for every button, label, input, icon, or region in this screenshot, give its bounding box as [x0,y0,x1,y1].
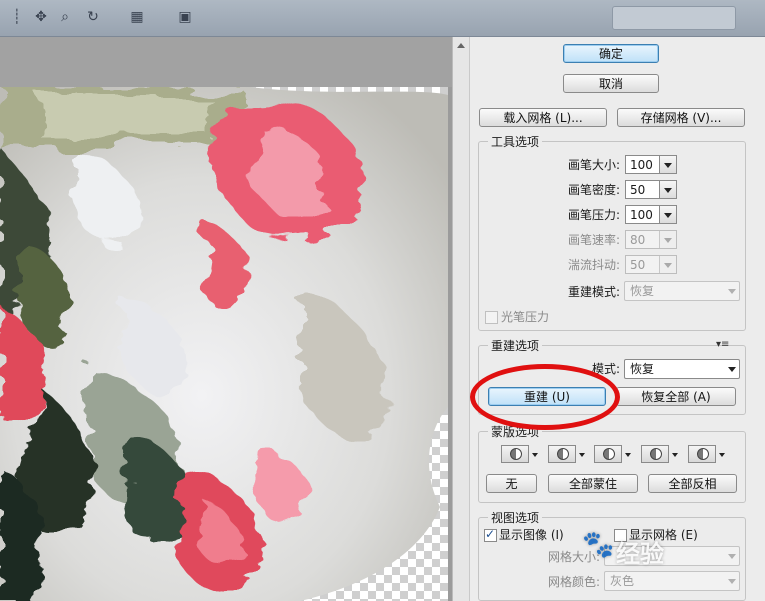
chevron-down-icon [728,367,736,372]
cancel-button[interactable]: 取消 [563,74,659,93]
brush-density-dropdown-icon[interactable] [659,181,676,198]
app-toolbar: ┊ ✥ ⌕ ↻ ▦ ▣ [0,0,765,37]
reconstruct-mode-dropdown-icon [728,289,736,294]
mask-all-button[interactable]: 全部蒙住 [548,474,638,493]
reconstruct-mode-dropdown[interactable]: 恢复 [624,359,740,379]
reconstruct-mode-select: 恢复 [624,281,740,301]
ok-button[interactable]: 确定 [563,44,659,63]
scroll-up-arrow-icon[interactable] [457,43,465,48]
mask-subtract-button[interactable] [594,445,632,464]
view-extras-icon[interactable]: ▦ [128,8,146,26]
stylus-pressure-label: 光笔压力 [501,310,550,324]
reconstruct-options-title: 重建选项 [488,339,543,353]
show-image-label: 显示图像 (I) [499,528,564,542]
save-mesh-button[interactable]: 存储网格 (V)... [617,108,745,127]
mask-invert-icon [688,445,716,463]
brush-rate-label: 画笔速率: [567,233,620,247]
mask-intersect-icon [641,445,669,463]
brush-pressure-dropdown-icon[interactable] [659,206,676,223]
brush-size-input[interactable]: 100 [625,155,677,174]
watermark-text: 经验 [616,540,664,568]
turbulent-jitter-dropdown-icon [659,256,676,273]
rotate-view-icon[interactable]: ↻ [84,8,102,26]
brush-size-label: 画笔大小: [567,158,620,172]
reconstruct-mode-label: 重建模式: [567,285,620,299]
invert-all-button[interactable]: 全部反相 [648,474,737,493]
mask-replace-button[interactable] [501,445,539,464]
mask-add-icon [548,445,576,463]
chevron-down-icon [728,579,736,584]
chevron-down-icon [672,453,678,457]
reconstruct-mode-label-2: 模式: [591,362,620,376]
turbulent-jitter-label: 湍流抖动: [567,258,620,272]
canvas-vertical-scrollbar[interactable] [452,37,469,601]
turbulent-jitter-input: 50 [625,255,677,274]
restore-all-button[interactable]: 恢复全部 (A) [616,387,736,406]
zoom-tool-icon[interactable]: ⌕ [56,8,74,26]
brush-pressure-label: 画笔压力: [567,208,620,222]
liquify-options-panel: 确定 取消 载入网格 (L)... 存储网格 (V)... 工具选项 画笔大小:… [469,37,765,601]
load-mesh-button[interactable]: 载入网格 (L)... [479,108,607,127]
chevron-down-icon [532,453,538,457]
mesh-color-label: 网格颜色: [547,575,600,589]
tool-options-title: 工具选项 [488,135,543,149]
brush-rate-dropdown-icon [659,231,676,248]
view-options-title: 视图选项 [488,511,543,525]
toolbar-separator-icon: ┊ [12,9,22,25]
brush-rate-input: 80 [625,230,677,249]
mask-add-button[interactable] [548,445,586,464]
mask-intersect-button[interactable] [641,445,679,464]
mesh-color-select: 灰色 [604,571,740,591]
chevron-down-icon [719,453,725,457]
brush-density-input[interactable]: 50 [625,180,677,199]
mask-none-button[interactable]: 无 [486,474,537,493]
show-image-checkbox[interactable] [484,527,497,542]
liquify-preview-image[interactable] [0,87,448,601]
watermark: 🐾 经验 [582,528,732,568]
chevron-down-icon [579,453,585,457]
workspace-switcher[interactable] [612,6,736,30]
chevron-down-icon [625,453,631,457]
brush-density-label: 画笔密度: [567,183,620,197]
mask-subtract-icon [594,445,622,463]
hand-tool-icon[interactable]: ✥ [32,8,50,26]
paw-icon: 🐾 [582,530,615,560]
liquified-flower-photo [0,87,448,601]
canvas-padding [0,37,452,87]
brush-size-dropdown-icon[interactable] [659,156,676,173]
mask-replace-icon [501,445,529,463]
brush-pressure-input[interactable]: 100 [625,205,677,224]
panel-menu-icon[interactable]: ▾≡ [716,339,729,351]
mask-options-title: 蒙版选项 [488,425,543,439]
mask-invert-button[interactable] [688,445,726,464]
stylus-pressure-checkbox [485,311,498,324]
reconstruct-button[interactable]: 重建 (U) [488,387,606,406]
arrange-documents-icon[interactable]: ▣ [176,8,194,26]
